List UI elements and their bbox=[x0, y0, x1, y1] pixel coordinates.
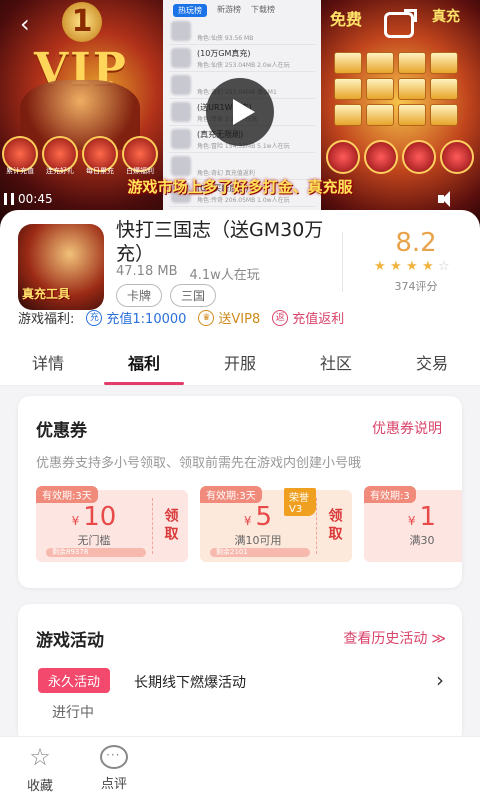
back-icon[interactable]: ‹ bbox=[20, 10, 30, 38]
share-icon[interactable] bbox=[384, 12, 414, 38]
bottom-bar: ☆ 收藏 点评 bbox=[0, 736, 480, 800]
coupon-item: 有效期:3天 ¥10 无门槛 剩余89378 领取 bbox=[36, 486, 188, 562]
list-item: 角色:仙侠 93.56 MB bbox=[169, 18, 315, 45]
activity-section: 游戏活动 查看历史活动 ≫ 永久活动 长期线下燃爆活动 › 进行中 bbox=[18, 604, 462, 744]
rating-count: 374评分 bbox=[394, 280, 438, 293]
banner-right-title: 免费 bbox=[330, 10, 363, 29]
review-label: 点评 bbox=[100, 777, 127, 792]
star-icon: ★ bbox=[422, 259, 434, 274]
rating-score: 8.2 bbox=[395, 228, 437, 258]
tab-server[interactable]: 开服 bbox=[192, 342, 288, 385]
reward-icon bbox=[440, 140, 474, 174]
claim-button[interactable]: 领取 bbox=[317, 490, 352, 562]
tab-community[interactable]: 社区 bbox=[288, 342, 384, 385]
app-info-card: 真充工具 快打三国志（送GM30万充） 47.18 MB 4.1w人在玩 卡牌 … bbox=[0, 210, 480, 352]
divider bbox=[342, 232, 343, 292]
validity-badge: 有效期:3 bbox=[364, 486, 416, 503]
benefit-label: 游戏福利: bbox=[18, 312, 75, 327]
app-meta: 47.18 MB 4.1w人在玩 bbox=[116, 264, 260, 283]
tab-details[interactable]: 详情 bbox=[0, 342, 96, 385]
activity-name[interactable]: 长期线下燃爆活动 bbox=[134, 672, 246, 692]
coupon-amount: ¥5 bbox=[243, 502, 273, 532]
benefit-row: 游戏福利: 充 充值1:10000 ♛ 送VIP8 返 充值返利 bbox=[18, 308, 478, 327]
coupon-condition: 无门槛 bbox=[77, 534, 111, 547]
double-chevron-right-icon: ≫ bbox=[431, 631, 446, 647]
coupon-remaining: 剩余89378 bbox=[46, 548, 146, 557]
validity-badge: 有效期:3天 bbox=[200, 486, 262, 503]
chevron-right-icon[interactable]: › bbox=[436, 668, 444, 692]
coupon-amount: ¥10 bbox=[71, 502, 117, 532]
banner-right-buttons bbox=[326, 140, 474, 174]
coupon-item: 有效期:3天 荣誉V3 ¥5 满10可用 剩余2101 领取 bbox=[200, 486, 352, 562]
coupon-section: 优惠券 优惠券说明 优惠券支持多小号领取、领取前需先在游戏内创建小号哦 有效期:… bbox=[18, 396, 462, 588]
reward-icon bbox=[364, 140, 398, 174]
history-activity-link[interactable]: 查看历史活动 ≫ bbox=[343, 628, 446, 648]
rating-stars: ★ ★ ★ ★ ☆ bbox=[374, 260, 451, 273]
tab-bar: 详情 福利 开服 社区 交易 bbox=[0, 342, 480, 386]
banner-mid-tabs: 热玩榜 新游榜 下载榜 bbox=[173, 4, 275, 17]
volume-icon[interactable] bbox=[438, 190, 460, 208]
reward-grid bbox=[334, 52, 458, 126]
tag-chip[interactable]: 三国 bbox=[170, 284, 217, 307]
list-item: (10万GM真充) 角色:仙侠 253.04MB 2.0w人在玩 bbox=[169, 45, 315, 72]
reward-icon bbox=[326, 140, 360, 174]
app-icon: 真充工具 bbox=[18, 224, 104, 310]
coupon-condition: 满30 bbox=[409, 534, 435, 547]
star-outline-icon: ☆ bbox=[29, 743, 51, 771]
crown-icon: ♛ bbox=[198, 309, 215, 326]
recharge-icon: 充 bbox=[86, 309, 103, 326]
favorite-button[interactable]: ☆ 收藏 bbox=[16, 743, 64, 794]
video-timer: 00:45 bbox=[4, 192, 53, 206]
benefit-vip: ♛ 送VIP8 bbox=[198, 308, 260, 327]
section-title: 优惠券 bbox=[36, 421, 87, 441]
claim-button[interactable]: 领取 bbox=[153, 490, 188, 562]
coupon-description: 优惠券支持多小号领取、领取前需先在游戏内创建小号哦 bbox=[36, 456, 362, 471]
banner-right-title-2: 真充 bbox=[432, 9, 460, 25]
benefit-recharge: 充 充值1:10000 bbox=[86, 308, 186, 327]
app-icon-text: 真充工具 bbox=[22, 287, 71, 301]
video-caption: 游戏市场上多了好多打金、真充服 bbox=[127, 178, 353, 196]
star-half-icon: ☆ bbox=[438, 259, 450, 274]
coupon-list: 有效期:3天 ¥10 无门槛 剩余89378 领取 有效期:3天 荣誉V3 ¥5… bbox=[36, 486, 462, 562]
app-title: 快打三国志（送GM30万充） bbox=[116, 219, 324, 265]
banner-icon-labels: 累计充值 连充好礼 每日累充 白嫖福利 bbox=[6, 167, 154, 175]
validity-badge: 有效期:3天 bbox=[36, 486, 98, 503]
star-icon: ★ bbox=[406, 259, 418, 274]
activity-status: 进行中 bbox=[52, 705, 94, 721]
review-button[interactable]: 点评 bbox=[90, 743, 138, 792]
tab-benefits[interactable]: 福利 bbox=[96, 342, 192, 385]
comment-icon bbox=[100, 745, 128, 769]
app-size: 47.18 MB bbox=[116, 264, 178, 279]
tag-chip[interactable]: 卡牌 bbox=[116, 284, 163, 307]
coupon-explanation-link[interactable]: 优惠券说明 bbox=[372, 418, 442, 438]
star-icon: ★ bbox=[390, 259, 402, 274]
app-players: 4.1w人在玩 bbox=[189, 268, 260, 283]
section-title: 游戏活动 bbox=[36, 631, 104, 651]
star-icon: ★ bbox=[374, 259, 386, 274]
activity-badge: 永久活动 bbox=[38, 668, 111, 693]
play-icon[interactable] bbox=[206, 78, 274, 146]
coupon-remaining: 剩余2101 bbox=[210, 548, 310, 557]
video-banner[interactable]: 1 VIP 累计充值 连充好礼 每日累充 白嫖福利 热玩榜 新游榜 下载榜 角色… bbox=[0, 0, 480, 228]
coupon-item: 有效期:3 ¥1 满30 bbox=[364, 486, 462, 562]
rebate-icon: 返 bbox=[272, 309, 289, 326]
pause-icon[interactable] bbox=[4, 193, 14, 205]
coupon-amount: ¥1 bbox=[407, 502, 437, 532]
reward-icon bbox=[402, 140, 436, 174]
coupon-condition: 满10可用 bbox=[234, 534, 282, 547]
app-tags: 卡牌 三国 bbox=[116, 284, 217, 307]
tab-trade[interactable]: 交易 bbox=[384, 342, 480, 385]
vip-number: 1 bbox=[62, 2, 102, 42]
benefit-rebate: 返 充值返利 bbox=[272, 308, 344, 327]
favorite-label: 收藏 bbox=[26, 779, 53, 794]
